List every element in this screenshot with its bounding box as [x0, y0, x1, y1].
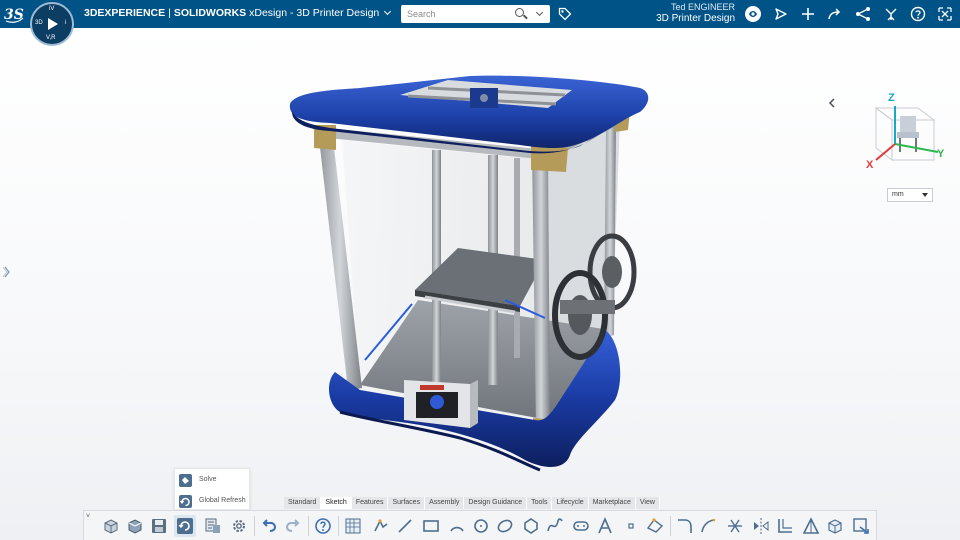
mirror-icon[interactable]	[750, 515, 772, 537]
exit-icon[interactable]	[936, 5, 954, 23]
share-icon[interactable]	[772, 5, 790, 23]
app-title[interactable]: 3DEXPERIENCE | SOLIDWORKS xDesign - 3D Pri…	[84, 7, 392, 19]
chevron-left-icon[interactable]	[827, 95, 837, 108]
search-input[interactable]	[407, 7, 507, 21]
tab-design-guidance[interactable]: Design Guidance	[464, 497, 528, 509]
units-value: mm	[892, 191, 904, 198]
text-icon[interactable]	[594, 515, 616, 537]
svg-text:3S: 3S	[4, 7, 24, 23]
top-bar: 3S 3DEXPERIENCE | SOLIDWORKS xDesign - 3D …	[0, 0, 960, 28]
compass-widget[interactable]: iV 3D i V,R	[30, 2, 74, 46]
view-cube[interactable]: Z Y X	[862, 86, 950, 171]
units-select[interactable]: mm	[887, 188, 933, 202]
tab-view[interactable]: View	[635, 497, 660, 509]
line-icon[interactable]	[394, 515, 416, 537]
axis-y-label: Y	[937, 148, 945, 160]
add-icon[interactable]	[799, 5, 817, 23]
separator	[670, 516, 671, 536]
tab-marketplace[interactable]: Marketplace	[588, 497, 636, 509]
action-bar-tabs: Standard Sketch Features Surfaces Assemb…	[284, 497, 660, 509]
solve-icon	[178, 473, 193, 488]
search-icon[interactable]	[515, 8, 524, 17]
save-icon[interactable]	[148, 515, 170, 537]
solve-label: Solve	[199, 476, 217, 483]
search-box[interactable]	[401, 5, 550, 23]
3d-body-icon[interactable]	[824, 515, 846, 537]
avatar[interactable]	[744, 5, 762, 23]
arc-icon[interactable]	[446, 515, 468, 537]
point-icon[interactable]	[620, 515, 642, 537]
chevron-down-icon[interactable]	[384, 7, 392, 16]
slot-icon[interactable]	[570, 515, 592, 537]
collapse-bar-icon[interactable]: ˅	[86, 513, 90, 520]
axis-z-label: Z	[888, 92, 895, 104]
sketch-grid-icon[interactable]	[342, 515, 364, 537]
trim-icon[interactable]	[724, 515, 746, 537]
tab-sketch[interactable]: Sketch	[321, 497, 352, 509]
separator	[338, 516, 339, 536]
sketch-options-icon[interactable]	[644, 515, 666, 537]
3d-viewport[interactable]: Z Y X mm	[0, 28, 960, 540]
chamfer-icon[interactable]	[698, 515, 720, 537]
undo-icon[interactable]	[258, 515, 280, 537]
tab-lifecycle[interactable]: Lifecycle	[552, 497, 589, 509]
fillet-icon[interactable]	[674, 515, 696, 537]
space-name: 3D Printer Design	[656, 13, 735, 24]
solve-command[interactable]: Solve	[175, 470, 251, 490]
dassault-logo-icon[interactable]: 3S	[3, 3, 25, 25]
network-icon[interactable]	[854, 5, 872, 23]
smart-sketch-icon[interactable]	[370, 515, 392, 537]
tab-tools[interactable]: Tools	[527, 497, 553, 509]
compass-apps-icon[interactable]	[882, 5, 900, 23]
tab-surfaces[interactable]: Surfaces	[388, 497, 426, 509]
ellipse-icon[interactable]	[494, 515, 516, 537]
forward-icon[interactable]	[826, 5, 844, 23]
tab-standard[interactable]: Standard	[284, 497, 322, 509]
separator	[308, 516, 309, 536]
help-icon[interactable]	[909, 5, 927, 23]
caret-down-icon[interactable]	[922, 193, 928, 197]
help-icon[interactable]	[312, 515, 334, 537]
exit-sketch-icon[interactable]	[850, 515, 872, 537]
gear-icon[interactable]	[228, 515, 250, 537]
compass-right-label: i	[65, 20, 67, 26]
compass-top-label: iV	[49, 6, 55, 12]
construction-icon[interactable]	[800, 515, 822, 537]
compass-left-label: 3D	[35, 20, 43, 26]
separator	[254, 516, 255, 536]
refresh-icon	[178, 494, 193, 509]
play-icon[interactable]	[48, 18, 58, 30]
spline-icon[interactable]	[544, 515, 566, 537]
tag-icon[interactable]	[558, 7, 572, 21]
global-refresh-label: Global Refresh	[199, 497, 246, 504]
redo-icon[interactable]	[282, 515, 304, 537]
action-bar: ˅	[83, 510, 877, 540]
tab-features[interactable]: Features	[351, 497, 389, 509]
axis-x-label: X	[866, 159, 874, 171]
brand-main: 3DEXPERIENCE	[84, 7, 166, 19]
rectangle-icon[interactable]	[420, 515, 442, 537]
polygon-icon[interactable]	[520, 515, 542, 537]
properties-icon[interactable]	[202, 515, 224, 537]
solve-refresh-icon[interactable]	[174, 515, 196, 537]
compass-bottom-label: V,R	[46, 35, 56, 41]
user-name: Ted ENGINEER	[670, 2, 735, 12]
global-refresh-command[interactable]: Global Refresh	[175, 491, 251, 511]
open-part-icon[interactable]	[124, 515, 146, 537]
app-name: xDesign - 3D Printer Design	[249, 7, 380, 19]
new-part-icon[interactable]	[100, 515, 122, 537]
user-block[interactable]: Ted ENGINEER 3D Printer Design	[656, 2, 735, 24]
printer-model[interactable]	[0, 28, 960, 540]
tab-assembly[interactable]: Assembly	[425, 497, 465, 509]
circle-icon[interactable]	[470, 515, 492, 537]
command-popup: Solve Global Refresh	[174, 468, 250, 510]
search-dropdown-icon[interactable]	[535, 8, 544, 17]
brand-partner: SOLIDWORKS	[173, 7, 247, 19]
offset-icon[interactable]	[774, 515, 796, 537]
